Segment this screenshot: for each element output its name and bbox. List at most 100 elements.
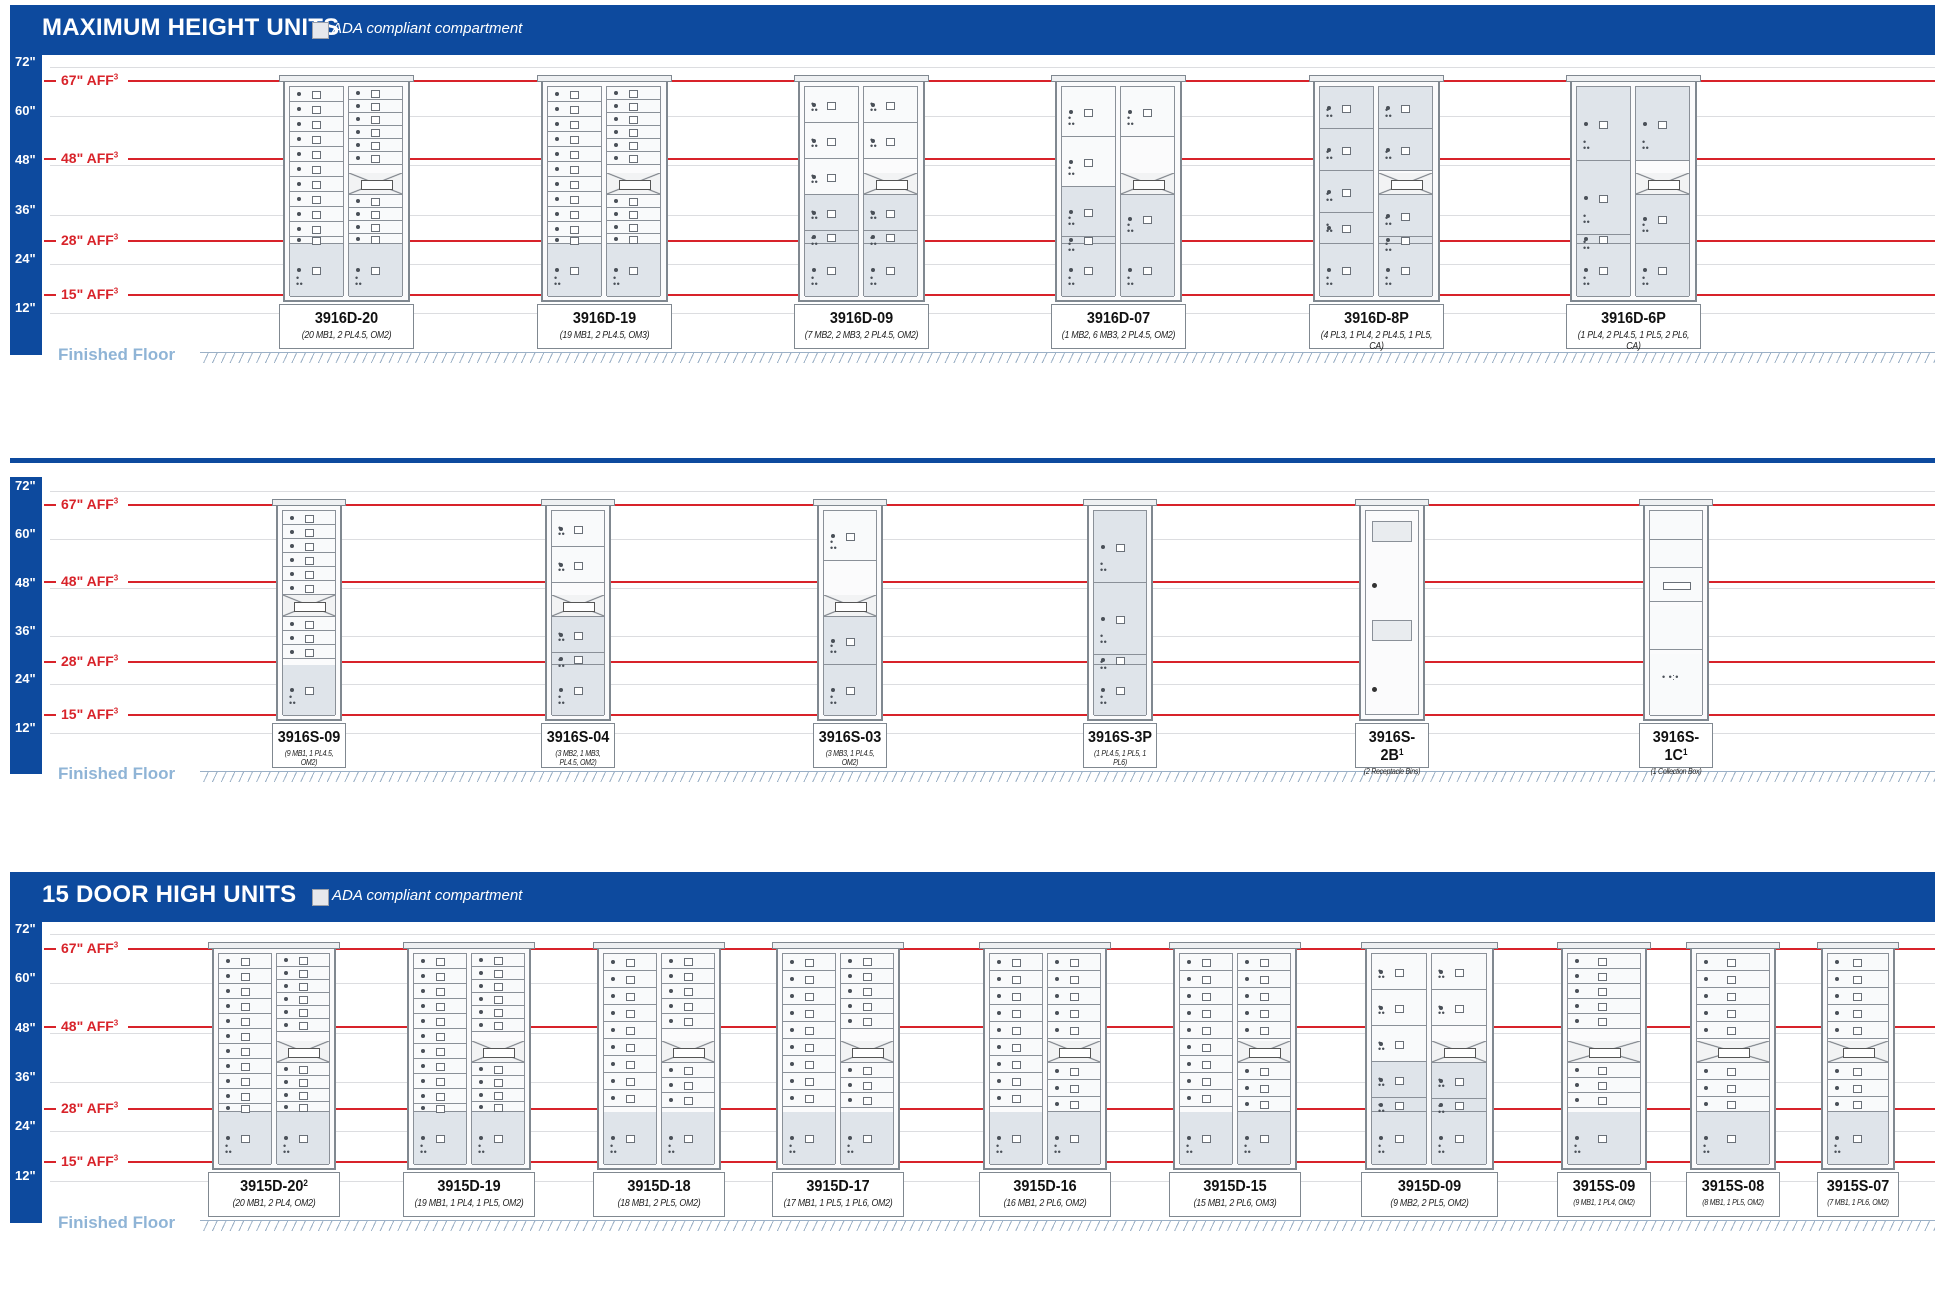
door-hinge-dot — [1704, 1086, 1708, 1090]
door-lock-icon — [683, 1067, 693, 1075]
door-hinge-dot — [614, 199, 618, 203]
mailbox-door — [1238, 1063, 1290, 1080]
door-hinge-dot — [290, 635, 294, 640]
door-lock-icon — [1115, 615, 1125, 624]
unit-top-cap — [979, 942, 1111, 949]
keypad-dots-icon: • •• — [811, 273, 819, 289]
mailbox-unit: • •• • •• 3915D-18 (18 MB1, 2 PL5, OM2) — [593, 942, 725, 1217]
door-hinge-dot — [290, 529, 294, 534]
door-lock-icon — [1598, 973, 1608, 981]
unit-top-cap — [1083, 499, 1157, 506]
door-lock-icon — [570, 181, 580, 189]
mailbox-door: • •• — [1121, 87, 1174, 137]
unit-top-cap — [1817, 942, 1899, 949]
door-hinge-dot — [1327, 268, 1331, 272]
unit-label: 3915S-07 (7 MB1, 1 PL6, OM2) — [1817, 1172, 1899, 1217]
keypad-dots-icon: • •• — [420, 1141, 428, 1157]
mailbox-unit: • •• • •• 3916D-20 (20 MB1, 2 PL4.5, OM2) — [279, 75, 414, 349]
keypad-dots-icon: • •• — [558, 559, 566, 575]
mailbox-door — [662, 969, 714, 984]
keypad-dots-icon: • •• — [1583, 237, 1591, 253]
door-lock-icon — [1201, 976, 1211, 984]
mailbox-door — [277, 967, 329, 980]
door-lock-icon — [371, 235, 381, 244]
door-hinge-dot — [1835, 1011, 1839, 1015]
door-lock-icon — [886, 101, 896, 110]
door-hinge-dot — [297, 227, 301, 231]
aff-label: 67" AFF3 — [61, 72, 118, 88]
unit-top-cap — [593, 942, 725, 949]
keypad-dots-icon: • •• — [1100, 559, 1108, 575]
door-lock-icon — [240, 1018, 250, 1026]
door-hinge-dot — [1643, 268, 1647, 272]
mailbox-unit: • •• 3915S-07 (7 MB1, 1 PL6, OM2) — [1817, 942, 1899, 1217]
door-hinge-dot — [356, 130, 360, 134]
mailbox-door — [990, 1022, 1042, 1039]
master-panel-plate — [618, 179, 651, 190]
ruler-tick-label: 60" — [15, 526, 36, 542]
parcel-locker-door: • •• — [552, 617, 604, 653]
master-panel-plate — [1647, 179, 1680, 190]
door-lock-icon — [1658, 267, 1668, 275]
mailbox-door — [783, 1090, 835, 1107]
aff-label: 15" AFF3 — [61, 706, 118, 722]
door-lock-icon — [1658, 120, 1668, 129]
unit-model-text: 3916S-09 — [277, 729, 341, 746]
master-panel — [607, 173, 660, 195]
parcel-locker-door: • •• — [349, 244, 402, 297]
door-lock-icon — [1259, 976, 1269, 984]
door-hinge-dot — [1584, 195, 1588, 200]
keypad-dots-icon: • •• — [355, 273, 363, 289]
unit-cabinet: • •• • •• — [541, 80, 668, 302]
door-hinge-dot — [669, 989, 673, 993]
door-hinge-dot — [284, 1136, 288, 1140]
mailbox-door — [662, 954, 714, 969]
door-lock-icon — [862, 1082, 872, 1090]
door-lock-icon — [1084, 158, 1094, 167]
unit-cabinet: • •• • •• — [1173, 947, 1297, 1170]
mailbox-door — [1568, 1063, 1640, 1078]
mailbox-door — [1048, 1080, 1100, 1097]
mailbox-door — [290, 87, 343, 102]
door-hinge-dot — [1055, 960, 1059, 964]
door-hinge-dot — [226, 1034, 230, 1038]
parcel-locker-door: • •• — [1320, 129, 1373, 171]
door-hinge-dot — [297, 107, 301, 111]
door-hinge-dot — [356, 91, 360, 95]
door-lock-icon — [1394, 1101, 1404, 1110]
door-lock-icon — [1259, 1085, 1269, 1093]
keypad-dots-icon: • •• — [296, 273, 304, 289]
door-lock-icon — [312, 166, 322, 174]
door-hinge-dot — [790, 1028, 794, 1032]
aff-label-text: 48" AFF — [61, 572, 114, 589]
door-lock-icon — [570, 166, 580, 174]
door-column: • •• • •• • •• • •• — [1093, 510, 1147, 716]
unit-label: 3915D-16 (16 MB1, 2 PL6, OM2) — [979, 1172, 1111, 1217]
unit-model-number: 3916D-20 — [287, 310, 407, 328]
aff-label-text: 28" AFF — [61, 653, 114, 670]
door-lock-icon — [1599, 236, 1609, 244]
door-hinge-dot — [669, 959, 673, 963]
unit-configuration: (3 MB2, 1 MB3, PL4.5, OM2) — [555, 749, 601, 767]
door-hinge-dot — [1704, 1011, 1708, 1015]
door-lock-icon — [1011, 959, 1021, 967]
door-lock-icon — [298, 1066, 308, 1074]
door-hinge-dot — [356, 199, 360, 203]
keypad-dots-icon: • •• — [1834, 1141, 1842, 1157]
door-hinge-dot — [421, 989, 425, 993]
door-lock-icon — [570, 91, 580, 99]
door-hinge-dot — [421, 1136, 425, 1140]
parcel-locker-door: • •• — [805, 244, 858, 297]
aff-line-tick — [44, 1025, 56, 1028]
door-lock-icon — [573, 525, 583, 534]
door-column: • •• — [413, 953, 467, 1165]
keypad-dots-icon: • •• — [554, 273, 562, 289]
mailbox-door — [662, 1078, 714, 1093]
door-hinge-dot — [284, 1067, 288, 1071]
mailbox-door — [548, 132, 601, 147]
door-hinge-dot — [1575, 1083, 1579, 1087]
door-lock-icon — [1454, 1077, 1464, 1086]
aff-line-tick — [44, 293, 56, 296]
unit-label: 3915D-19 (19 MB1, 1 PL4, 1 PL5, OM2) — [403, 1172, 535, 1217]
mailbox-door — [662, 1014, 714, 1029]
